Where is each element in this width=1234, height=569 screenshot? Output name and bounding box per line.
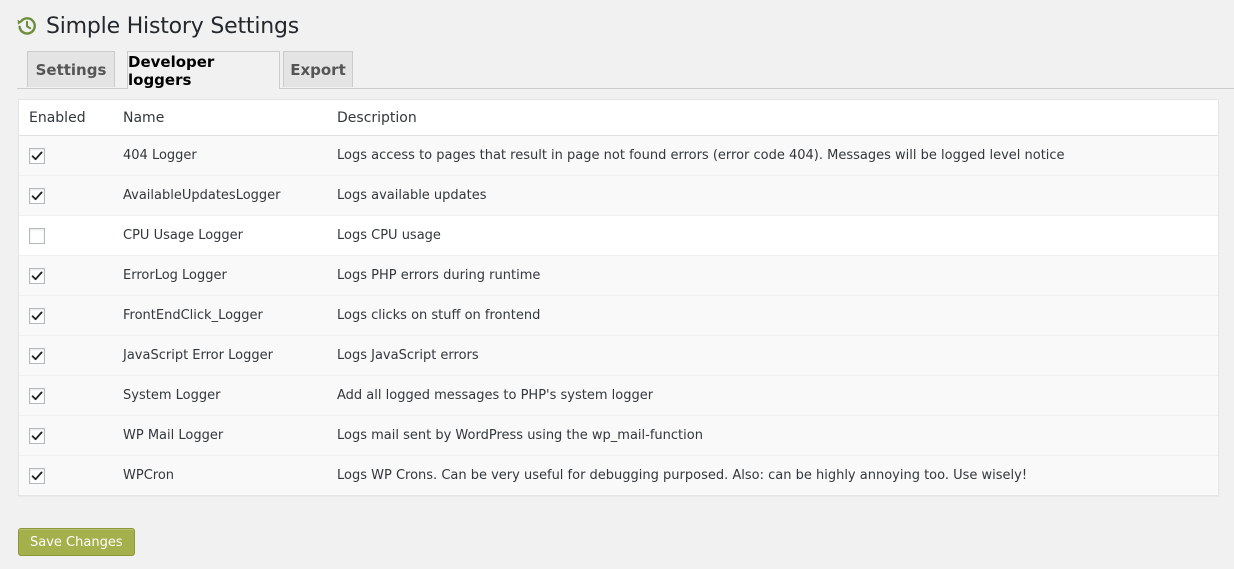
table-row: AvailableUpdatesLogger Logs available up…: [19, 175, 1218, 216]
table-row: System Logger Add all logged messages to…: [19, 375, 1218, 416]
page-title: Simple History Settings: [46, 13, 300, 39]
table-row: 404 Logger Logs access to pages that res…: [19, 135, 1218, 176]
enabled-checkbox[interactable]: [29, 147, 45, 164]
table-row: WP Mail Logger Logs mail sent by WordPre…: [19, 415, 1218, 456]
logger-description: Logs CPU usage: [337, 215, 1218, 256]
enabled-checkbox[interactable]: [29, 347, 45, 364]
enabled-checkbox[interactable]: [29, 227, 45, 244]
column-header-name: Name: [123, 100, 337, 136]
tab-developer-loggers[interactable]: Developer loggers: [127, 51, 280, 89]
checkmark-icon: [31, 311, 43, 320]
checkmark-icon: [31, 391, 43, 400]
enabled-checkbox[interactable]: [29, 467, 45, 484]
enabled-checkbox[interactable]: [29, 427, 45, 444]
logger-description: Logs clicks on stuff on frontend: [337, 295, 1218, 336]
table-header-row: Enabled Name Description: [19, 100, 1218, 136]
enabled-cell: [19, 455, 123, 495]
enabled-checkbox[interactable]: [29, 187, 45, 204]
logger-description: Logs PHP errors during runtime: [337, 255, 1218, 296]
column-header-enabled: Enabled: [19, 100, 123, 136]
logger-description: Logs WP Crons. Can be very useful for de…: [337, 455, 1218, 495]
logger-description: Logs mail sent by WordPress using the wp…: [337, 415, 1218, 456]
table-row: ErrorLog Logger Logs PHP errors during r…: [19, 255, 1218, 296]
settings-page: Simple History Settings Settings Develop…: [0, 0, 1234, 569]
column-header-description: Description: [337, 100, 1218, 136]
loggers-table: Enabled Name Description 404 Logger Logs…: [18, 99, 1219, 496]
logger-name: FrontEndClick_Logger: [123, 295, 337, 336]
logger-name: AvailableUpdatesLogger: [123, 175, 337, 216]
page-header: Simple History Settings: [16, 10, 299, 42]
history-icon: [16, 15, 38, 37]
enabled-cell: [19, 135, 123, 176]
logger-name: JavaScript Error Logger: [123, 335, 337, 376]
checkmark-icon: [31, 471, 43, 480]
logger-name: ErrorLog Logger: [123, 255, 337, 296]
logger-description: Logs available updates: [337, 175, 1218, 216]
enabled-cell: [19, 375, 123, 416]
logger-description: Add all logged messages to PHP's system …: [337, 375, 1218, 416]
table-row: JavaScript Error Logger Logs JavaScript …: [19, 335, 1218, 376]
logger-description: Logs JavaScript errors: [337, 335, 1218, 376]
logger-name: System Logger: [123, 375, 337, 416]
tab-bar: Settings Developer loggers Export: [17, 51, 1234, 89]
enabled-checkbox[interactable]: [29, 387, 45, 404]
checkmark-icon: [31, 271, 43, 280]
checkmark-icon: [31, 431, 43, 440]
enabled-cell: [19, 415, 123, 456]
enabled-checkbox[interactable]: [29, 307, 45, 324]
table-row: FrontEndClick_Logger Logs clicks on stuf…: [19, 295, 1218, 336]
enabled-cell: [19, 215, 123, 256]
checkmark-icon: [31, 191, 43, 200]
tab-settings[interactable]: Settings: [27, 51, 115, 87]
table-row: WPCron Logs WP Crons. Can be very useful…: [19, 455, 1218, 495]
logger-description: Logs access to pages that result in page…: [337, 135, 1218, 176]
table-body: 404 Logger Logs access to pages that res…: [19, 135, 1218, 495]
enabled-cell: [19, 335, 123, 376]
logger-name: 404 Logger: [123, 135, 337, 176]
logger-name: WPCron: [123, 455, 337, 495]
table-row: CPU Usage Logger Logs CPU usage: [19, 215, 1218, 256]
enabled-cell: [19, 175, 123, 216]
enabled-checkbox[interactable]: [29, 267, 45, 284]
save-changes-button[interactable]: Save Changes: [18, 528, 135, 556]
logger-name: CPU Usage Logger: [123, 215, 337, 256]
checkmark-icon: [31, 151, 43, 160]
logger-name: WP Mail Logger: [123, 415, 337, 456]
enabled-cell: [19, 255, 123, 296]
enabled-cell: [19, 295, 123, 336]
tab-export[interactable]: Export: [283, 51, 353, 87]
checkmark-icon: [31, 351, 43, 360]
